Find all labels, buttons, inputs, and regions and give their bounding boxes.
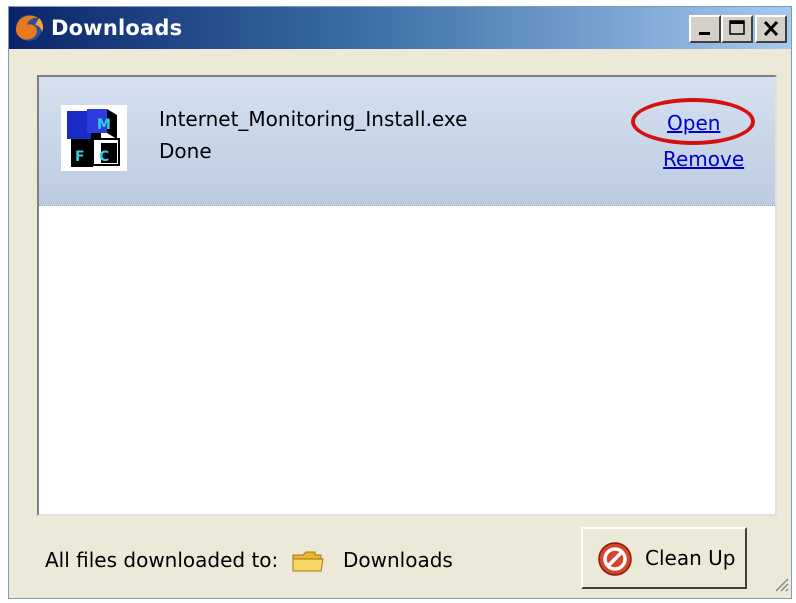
downloads-window: Downloads M F C Internet_Monitoring_Inst… [8, 6, 792, 599]
remove-link[interactable]: Remove [663, 147, 744, 171]
close-button[interactable] [755, 15, 787, 43]
clean-up-button[interactable]: Clean Up [581, 527, 747, 589]
download-item[interactable]: M F C Internet_Monitoring_Install.exe Do… [39, 77, 775, 206]
firefox-icon [13, 13, 47, 43]
close-icon [763, 20, 779, 37]
downloads-list[interactable]: M F C Internet_Monitoring_Install.exe Do… [37, 75, 777, 516]
window-title: Downloads [51, 16, 183, 40]
download-folder-button[interactable]: Downloads [289, 544, 461, 580]
minimize-icon [699, 32, 710, 35]
title-bar[interactable]: Downloads [9, 7, 791, 49]
open-link[interactable]: Open [667, 111, 720, 135]
svg-text:C: C [99, 149, 109, 165]
resize-grip[interactable] [771, 574, 789, 596]
svg-text:F: F [75, 149, 85, 165]
download-folder-name: Downloads [343, 548, 453, 572]
download-filename: Internet_Monitoring_Install.exe [159, 107, 468, 131]
folder-icon [291, 549, 325, 579]
application-icon: M F C [61, 105, 127, 171]
maximize-button[interactable] [721, 15, 753, 43]
download-location-label: All files downloaded to: [45, 548, 279, 572]
minimize-button[interactable] [689, 15, 721, 43]
download-status: Done [159, 139, 212, 163]
svg-text:M: M [97, 117, 111, 133]
no-entry-icon [597, 541, 633, 581]
maximize-icon [729, 20, 745, 35]
clean-up-label: Clean Up [645, 546, 736, 570]
